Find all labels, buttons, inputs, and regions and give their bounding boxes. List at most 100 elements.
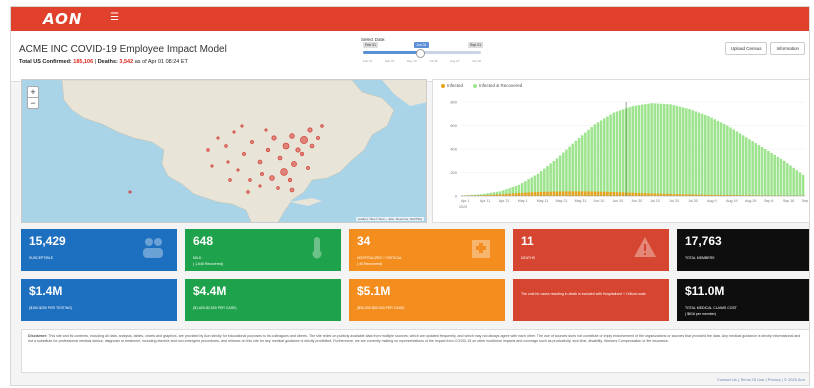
legend-recovered[interactable]: Infected & Recovered (473, 83, 522, 88)
bar-infected-recovered (735, 131, 739, 196)
x-tick-label: Jul 20 (669, 199, 679, 203)
city-marker[interactable] (226, 160, 230, 164)
bar-infected-recovered (741, 135, 745, 196)
city-marker[interactable] (280, 168, 288, 176)
legend-infected[interactable]: Infected (441, 83, 463, 88)
city-marker[interactable] (236, 168, 240, 172)
city-marker[interactable] (240, 124, 244, 128)
bar-infected (603, 191, 606, 196)
bar-infected-recovered (685, 108, 688, 196)
city-marker[interactable] (282, 142, 290, 150)
bar-infected-recovered (580, 135, 584, 196)
city-marker[interactable] (295, 147, 301, 153)
city-marker[interactable] (287, 177, 293, 183)
city-marker[interactable] (224, 144, 228, 148)
bar-infected (634, 192, 638, 196)
us-map[interactable]: + − Leaflet | Tiles © Esri — Esri, DeLor… (21, 79, 427, 223)
x-tick-label: Sep 18 (783, 199, 794, 203)
bar-infected-recovered (666, 104, 669, 196)
bar-infected (517, 192, 521, 196)
bar-infected-recovered (549, 163, 552, 196)
city-marker[interactable] (316, 136, 320, 140)
city-marker[interactable] (257, 159, 263, 165)
x-tick-label: Aug 29 (745, 199, 756, 203)
city-marker[interactable] (306, 166, 310, 170)
city-marker[interactable] (289, 187, 295, 193)
x-tick-label: May 11 (537, 199, 549, 203)
city-marker[interactable] (264, 128, 268, 132)
separator: | (94, 59, 97, 65)
bar-infected (587, 191, 590, 196)
x-tick-label: Sep 28 (802, 199, 810, 203)
bar-infected-recovered (565, 149, 568, 196)
x-tick-label: Sep 8 (764, 199, 773, 203)
city-marker[interactable] (271, 135, 277, 141)
city-marker[interactable] (206, 148, 210, 152)
case-summary: Total US Confirmed: 185,106 | Deaths: 3,… (19, 59, 188, 65)
city-marker[interactable] (307, 127, 313, 133)
city-marker[interactable] (265, 147, 271, 153)
city-marker[interactable] (128, 190, 132, 194)
bar-infected-recovered (558, 155, 562, 196)
city-marker[interactable] (299, 151, 305, 157)
city-marker[interactable] (250, 140, 254, 144)
tile-label: ($30,000-$50,000 per case) (357, 306, 405, 310)
bar-infected (637, 192, 641, 196)
bar-infected-recovered (571, 143, 575, 196)
date-start-tag: Feb 01 (363, 42, 378, 48)
date-slider-handle[interactable] (415, 49, 425, 58)
tile-value: $4.4M (193, 284, 227, 298)
bar-infected-recovered (644, 104, 647, 196)
bar-infected (543, 191, 546, 196)
city-marker[interactable] (260, 172, 264, 176)
city-marker[interactable] (228, 178, 232, 182)
bar-infected-recovered (704, 114, 707, 196)
city-marker[interactable] (216, 136, 220, 140)
information-button[interactable]: Information (770, 42, 805, 55)
city-marker[interactable] (277, 155, 283, 161)
bar-infected (618, 192, 622, 196)
zoom-in-button[interactable]: + (28, 87, 38, 97)
legend-recovered-label: Infected & Recovered (479, 83, 523, 88)
zoom-out-button[interactable]: − (28, 97, 38, 108)
tile-note: The cost for cases resulting in death is… (521, 292, 646, 296)
infection-chart: Infected Infected & Recovered 800 600 400 2… (432, 79, 810, 223)
x-tick-label: Jun 10 (594, 199, 605, 203)
city-marker[interactable] (210, 164, 214, 168)
upload-census-button[interactable]: Upload Census (724, 42, 768, 55)
city-marker[interactable] (242, 152, 246, 156)
bar-infected-recovered (587, 129, 590, 196)
city-marker[interactable] (320, 124, 324, 128)
metric-tile: 34 Hospitalized + Critical( 45 Recovered) (349, 229, 505, 271)
y-tick-label: 800 (450, 100, 457, 105)
footer-links[interactable]: Contact Us | Terms Of Use | Privacy | © … (717, 377, 805, 382)
bar-infected (511, 193, 515, 196)
deaths-label: Deaths: (97, 59, 118, 65)
city-marker[interactable] (232, 130, 236, 134)
city-marker[interactable] (276, 186, 280, 190)
bar-infected-recovered (694, 111, 698, 196)
city-marker[interactable] (300, 136, 308, 144)
bar-infected-recovered (760, 147, 764, 196)
bar-infected-recovered (757, 145, 761, 196)
city-marker[interactable] (269, 175, 275, 181)
bar-infected (530, 192, 533, 196)
city-marker[interactable] (248, 178, 252, 182)
bar-infected-recovered (672, 105, 676, 196)
bar-infected (502, 194, 505, 196)
bar-infected-recovered (628, 107, 631, 196)
bar-infected-recovered (561, 152, 565, 196)
city-marker[interactable] (289, 133, 295, 139)
hamburger-icon[interactable]: ☰ (110, 13, 119, 23)
bar-infected-recovered (659, 103, 663, 196)
city-marker[interactable] (291, 161, 297, 167)
city-marker[interactable] (309, 143, 315, 149)
city-marker[interactable] (258, 184, 262, 188)
bar-infected-recovered (637, 105, 641, 196)
aon-logo[interactable]: AON (43, 10, 82, 28)
map-canvas (61, 80, 426, 222)
confirmed-value: 185,106 (73, 59, 94, 65)
city-marker[interactable] (246, 190, 250, 194)
bar-infected-recovered (596, 122, 600, 196)
bar-infected-recovered (568, 146, 571, 196)
